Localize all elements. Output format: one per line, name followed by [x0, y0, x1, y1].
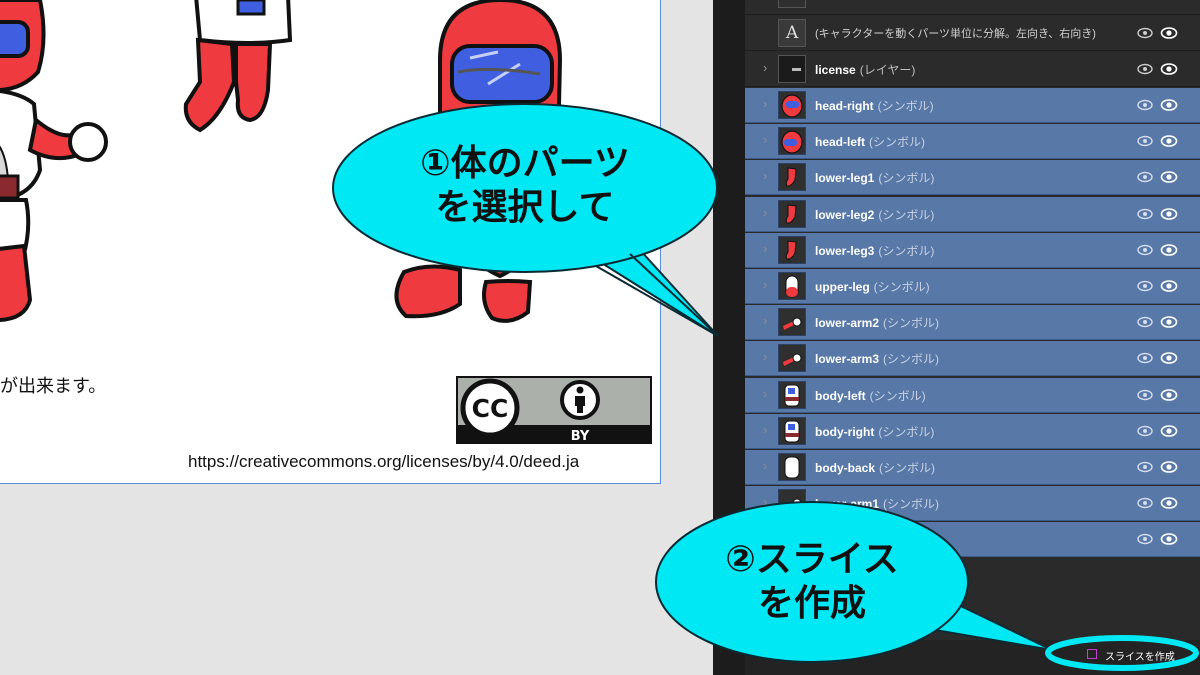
- callout-text-2: ②スライス を作成: [662, 538, 962, 626]
- callout-2-line-2: を作成: [757, 583, 866, 624]
- callout-2-line-1: ②スライス: [725, 539, 899, 580]
- slice-button-highlight: [1045, 635, 1199, 671]
- callout-1-line-2: を選択して: [435, 187, 615, 228]
- callout-overlay: [332, 103, 1199, 671]
- callout-1-line-1: ①体のパーツ: [420, 143, 630, 184]
- callout-text-1: ①体のパーツ を選択して: [345, 142, 705, 230]
